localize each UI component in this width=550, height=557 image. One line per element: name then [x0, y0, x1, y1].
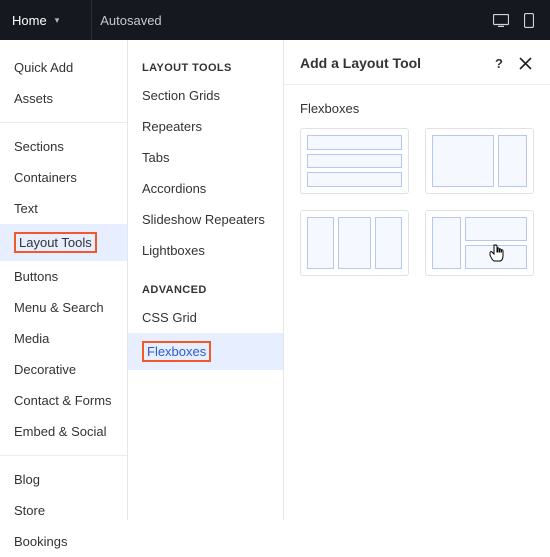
sidebar-item-quick-add[interactable]: Quick Add: [0, 52, 127, 83]
sub-item-slideshow-repeaters[interactable]: Slideshow Repeaters: [128, 204, 283, 235]
sidebar-item-text[interactable]: Text: [0, 193, 127, 224]
main-area: Quick Add Assets Sections Containers Tex…: [0, 40, 550, 520]
sidebar-item-assets[interactable]: Assets: [0, 83, 127, 114]
home-label: Home: [12, 13, 47, 28]
sidebar-divider: [0, 455, 127, 456]
mobile-view-icon[interactable]: [520, 11, 538, 29]
layout-cards-grid: [284, 128, 550, 276]
sidebar-item-sections[interactable]: Sections: [0, 131, 127, 162]
sidebar-item-blog[interactable]: Blog: [0, 464, 127, 495]
flexbox-card-two-columns[interactable]: [425, 128, 534, 194]
sub-item-css-grid[interactable]: CSS Grid: [128, 302, 283, 333]
group-title-advanced: ADVANCED: [128, 276, 283, 302]
secondary-sidebar: LAYOUT TOOLS Section Grids Repeaters Tab…: [128, 40, 284, 520]
sidebar-item-layout-tools[interactable]: Layout Tools: [0, 224, 127, 261]
sidebar-item-bookings[interactable]: Bookings: [0, 526, 127, 557]
sidebar-item-buttons[interactable]: Buttons: [0, 261, 127, 292]
desktop-view-icon[interactable]: [492, 11, 510, 29]
sidebar-item-menu-search[interactable]: Menu & Search: [0, 292, 127, 323]
group-title-layout-tools: LAYOUT TOOLS: [128, 54, 283, 80]
sub-item-accordions[interactable]: Accordions: [128, 173, 283, 204]
chevron-down-icon: ▾: [55, 15, 60, 26]
sidebar-item-containers[interactable]: Containers: [0, 162, 127, 193]
top-bar: Home ▾ Autosaved: [0, 0, 550, 40]
sub-item-repeaters[interactable]: Repeaters: [128, 111, 283, 142]
sidebar-item-store[interactable]: Store: [0, 495, 127, 526]
topbar-divider: [91, 0, 92, 40]
close-icon[interactable]: [516, 54, 534, 72]
flexbox-card-rows[interactable]: [300, 128, 409, 194]
sidebar-item-decorative[interactable]: Decorative: [0, 354, 127, 385]
sidebar-item-contact-forms[interactable]: Contact & Forms: [0, 385, 127, 416]
flexbox-card-mixed[interactable]: [425, 210, 534, 276]
sidebar-item-embed-social[interactable]: Embed & Social: [0, 416, 127, 447]
panel-header: Add a Layout Tool ?: [284, 40, 550, 85]
help-icon[interactable]: ?: [490, 54, 508, 72]
autosaved-status: Autosaved: [100, 13, 161, 28]
sub-item-lightboxes[interactable]: Lightboxes: [128, 235, 283, 266]
sub-item-flexboxes[interactable]: Flexboxes: [128, 333, 283, 370]
sub-item-section-grids[interactable]: Section Grids: [128, 80, 283, 111]
sidebar-divider: [0, 122, 127, 123]
panel: Add a Layout Tool ? Flexboxes: [284, 40, 550, 520]
primary-sidebar: Quick Add Assets Sections Containers Tex…: [0, 40, 128, 520]
section-label-flexboxes: Flexboxes: [284, 85, 550, 128]
panel-title: Add a Layout Tool: [300, 55, 482, 71]
home-dropdown[interactable]: Home ▾: [12, 13, 77, 28]
flexbox-card-three-columns[interactable]: [300, 210, 409, 276]
sub-item-tabs[interactable]: Tabs: [128, 142, 283, 173]
sidebar-item-media[interactable]: Media: [0, 323, 127, 354]
